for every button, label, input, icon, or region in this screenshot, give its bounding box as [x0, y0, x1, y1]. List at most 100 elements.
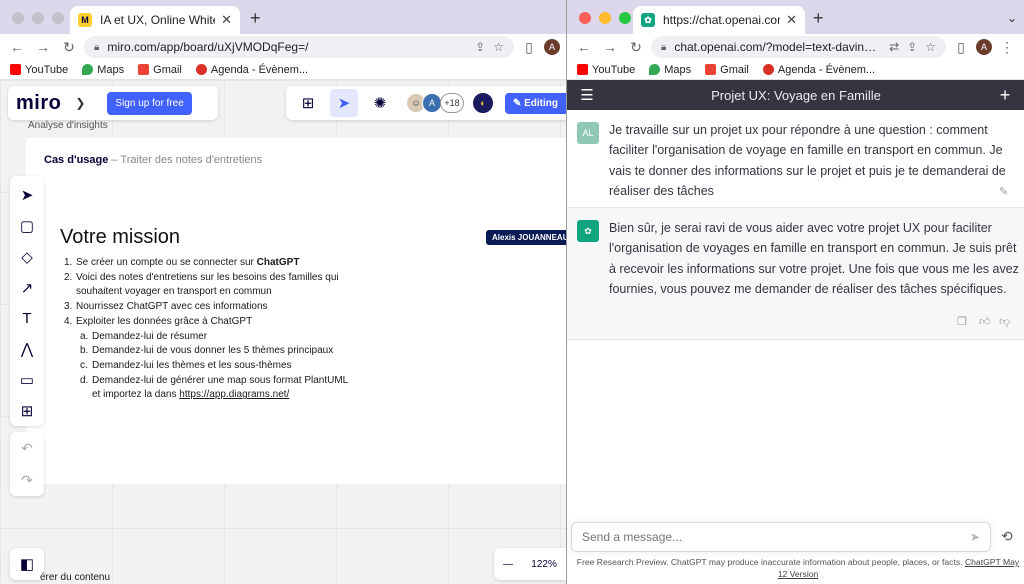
apps-icon[interactable]: ⊞ — [294, 89, 322, 117]
bookmark-gmail[interactable]: Gmail — [705, 64, 749, 76]
sticky-note-icon[interactable]: ▢ — [20, 211, 34, 242]
miro-logo[interactable]: miro — [16, 92, 61, 115]
line-arrow-icon[interactable]: ↗ — [21, 272, 34, 303]
kebab-menu-icon[interactable]: ⋮ — [996, 39, 1018, 56]
new-chat-plus-icon[interactable]: + — [985, 85, 1024, 106]
assistant-message: ✿ Bien sûr, je serai ravi de vous aider … — [567, 208, 1024, 340]
chevron-down-icon[interactable]: ❯ — [75, 96, 85, 110]
mission-title: Votre mission — [60, 226, 181, 248]
editing-mode-button[interactable]: ✎ Editing — [504, 92, 566, 114]
bookmark-maps[interactable]: Maps — [649, 64, 691, 76]
bookmark-star-icon[interactable]: ☆ — [925, 40, 936, 54]
forward-arrow-icon[interactable]: → — [599, 39, 621, 55]
share-icon[interactable]: ⇪ — [475, 40, 485, 54]
forward-arrow-icon[interactable]: → — [32, 39, 54, 55]
profile-avatar[interactable]: A — [976, 39, 992, 55]
close-tab-icon[interactable]: ✕ — [221, 12, 232, 28]
history-toolbar: ↶ ↷ — [10, 432, 44, 496]
edit-message-icon[interactable]: ✎ — [999, 182, 1008, 202]
undo-icon[interactable]: ↶ — [21, 440, 33, 457]
shapes-icon[interactable]: ◇ — [21, 242, 33, 273]
bookmark-youtube[interactable]: YouTube — [10, 64, 68, 76]
step-item: 1. Se créer un compte ou se connecter sur… — [64, 257, 300, 268]
select-cursor-icon[interactable]: ➤ — [21, 180, 34, 211]
regenerate-icon[interactable]: ⟲ — [1001, 528, 1013, 545]
frame-heading-suffix: – Traiter des notes d'entretiens — [108, 154, 263, 166]
close-tab-icon[interactable]: ✕ — [786, 12, 797, 28]
redo-icon[interactable]: ↷ — [21, 472, 33, 489]
bookmark-agenda[interactable]: Agenda - Évènem... — [762, 64, 875, 76]
text-tool-icon[interactable]: T — [22, 303, 31, 334]
thumbs-up-icon[interactable]: 👍︎ — [979, 312, 991, 332]
bookmark-label: YouTube — [25, 63, 69, 76]
window-controls — [12, 12, 64, 24]
pen-icon[interactable]: ⋀ — [21, 334, 33, 365]
zoom-window-button[interactable] — [52, 12, 64, 24]
tab-title: https://chat.openai.com/?mode — [663, 13, 780, 27]
comment-icon[interactable]: ▭ — [20, 365, 34, 396]
more-collaborators-badge[interactable]: +18 — [440, 93, 464, 113]
minimize-window-button[interactable] — [599, 12, 611, 24]
lock-icon: 🔒︎ — [661, 41, 667, 53]
share-board-icon[interactable]: ◐ — [472, 92, 494, 114]
bookmark-gmail[interactable]: Gmail — [138, 64, 182, 76]
menu-hamburger-icon[interactable]: ☰ — [567, 86, 607, 104]
close-window-button[interactable] — [579, 12, 591, 24]
celebrate-icon[interactable]: ✺ — [366, 89, 394, 117]
reload-icon[interactable]: ↻ — [625, 39, 647, 56]
new-tab-button[interactable]: + — [250, 8, 261, 29]
sidepanel-icon[interactable]: ▯ — [950, 39, 972, 56]
bookmark-agenda[interactable]: Agenda - Évènem... — [195, 63, 309, 76]
bookmark-youtube[interactable]: YouTube — [577, 64, 635, 76]
bookmark-label: YouTube — [592, 63, 636, 76]
disclaimer-text: Free Research Preview. ChatGPT may produ… — [576, 557, 965, 567]
bookmarks-bar: YouTube Maps Gmail Agenda - Évènem... — [567, 60, 1024, 80]
frame-label: Analyse d'insights — [28, 120, 108, 131]
bookmark-star-icon[interactable]: ☆ — [493, 40, 504, 54]
back-arrow-icon[interactable]: ← — [573, 39, 595, 55]
bookmarks-bar: YouTube Maps Gmail Agenda - Évènem... — [0, 60, 566, 80]
mission-frame[interactable]: Cas d'usage – Traiter des notes d'entret… — [26, 138, 566, 484]
url-text: chat.openai.com/?model=text-davinci-002-… — [674, 40, 882, 54]
diagrams-link[interactable]: https://app.diagrams.net/ — [179, 389, 289, 400]
sidepanel-icon[interactable]: ▯ — [518, 39, 540, 56]
send-icon[interactable]: ➤ — [970, 530, 980, 544]
conversation-title: Projet UX: Voyage en Famille — [711, 87, 881, 103]
substep-item: b. Demandez-lui de vous donner les 5 thèm… — [80, 345, 334, 357]
url-text: miro.com/app/board/uXjVMODqFeg=/ — [107, 40, 309, 54]
chatgpt-favicon-icon: ✿ — [641, 13, 655, 27]
signup-button[interactable]: Sign up for free — [107, 91, 192, 115]
zoom-level[interactable]: 122% — [531, 559, 557, 570]
miro-collab-toolbar: ⊞ ➤ ✺ ☺ A +18 ◐ ✎ Editing — [286, 86, 566, 120]
frame-heading-title: Cas d'usage — [44, 154, 109, 166]
close-window-button[interactable] — [12, 12, 24, 24]
new-tab-button[interactable]: + — [813, 8, 824, 29]
frames-panel-icon[interactable]: ◧ — [10, 548, 44, 580]
tab-search-chevron-icon[interactable]: ⌄ — [1007, 11, 1017, 25]
bookmark-label: Agenda - Évènem... — [210, 63, 309, 76]
bookmark-label: Maps — [97, 63, 125, 76]
message-input[interactable] — [582, 530, 970, 544]
zoom-window-button[interactable] — [619, 12, 631, 24]
profile-avatar[interactable]: A — [544, 39, 560, 55]
address-bar[interactable]: 🔒︎ chat.openai.com/?model=text-davinci-0… — [651, 36, 946, 58]
copy-icon[interactable]: ❐ — [957, 312, 967, 332]
maps-icon — [82, 64, 94, 75]
cursor-select-icon[interactable]: ➤ — [330, 89, 358, 117]
share-icon[interactable]: ⇪ — [907, 40, 917, 54]
minimize-window-button[interactable] — [32, 12, 44, 24]
user-avatar: AL — [577, 122, 599, 144]
tab-miro[interactable]: M IA et UX, Online Whiteboard fo ✕ — [70, 6, 240, 34]
frame-heading: Cas d'usage – Traiter des notes d'entret… — [44, 154, 262, 166]
tab-chatgpt[interactable]: ✿ https://chat.openai.com/?mode ✕ — [633, 6, 805, 34]
zoom-out-icon[interactable]: — — [503, 559, 513, 570]
add-more-icon[interactable]: ⊞ — [21, 395, 34, 426]
collaborator-avatar[interactable]: A — [422, 93, 442, 113]
back-arrow-icon[interactable]: ← — [6, 39, 28, 55]
bookmark-maps[interactable]: Maps — [82, 64, 124, 76]
gmail-icon — [138, 64, 150, 75]
thumbs-down-icon[interactable]: 👎︎ — [999, 312, 1010, 332]
translate-icon[interactable]: ⇄ — [889, 40, 899, 54]
reload-icon[interactable]: ↻ — [58, 39, 80, 56]
address-bar[interactable]: 🔒︎ miro.com/app/board/uXjVMODqFeg=/ ⇪ ☆ — [84, 36, 514, 58]
